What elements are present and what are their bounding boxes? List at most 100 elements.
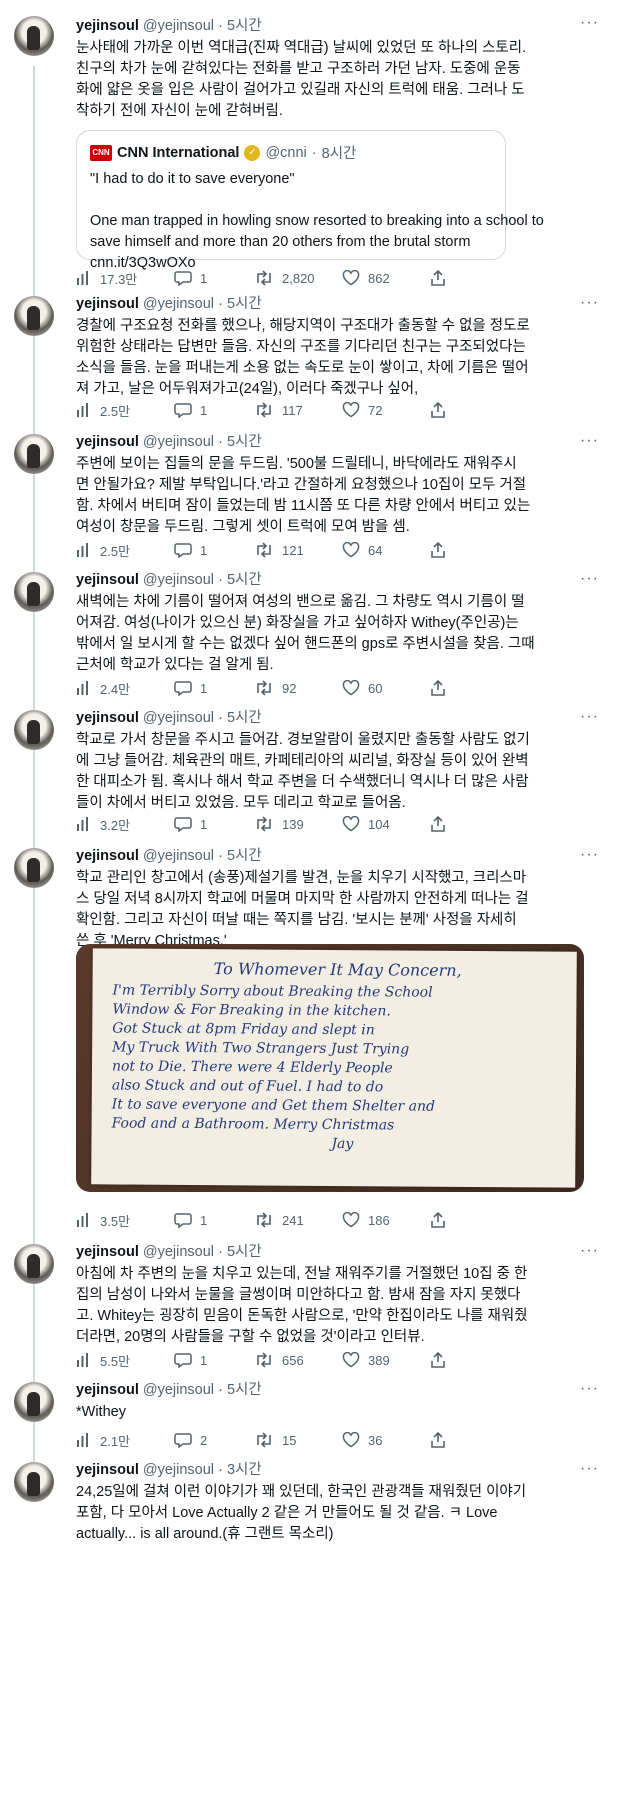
- avatar[interactable]: [14, 1462, 54, 1502]
- author-name[interactable]: yejinsoul: [76, 848, 139, 864]
- timestamp[interactable]: 5시간: [227, 1382, 262, 1398]
- like-button[interactable]: 186: [342, 1210, 390, 1230]
- retweet-button[interactable]: 15: [254, 1430, 296, 1450]
- author-handle[interactable]: @yejinsoul: [143, 296, 214, 312]
- timestamp[interactable]: 5시간: [227, 18, 262, 34]
- share-button[interactable]: [430, 814, 446, 834]
- views-button[interactable]: 2.4만: [76, 678, 130, 698]
- author-handle[interactable]: @yejinsoul: [143, 1462, 214, 1478]
- retweet-button[interactable]: 117: [254, 400, 303, 420]
- timestamp[interactable]: 5시간: [227, 434, 262, 450]
- views-button[interactable]: 2.5만: [76, 400, 130, 420]
- avatar[interactable]: [14, 296, 54, 336]
- avatar[interactable]: [14, 572, 54, 612]
- author-name[interactable]: yejinsoul: [76, 296, 139, 312]
- reply-button[interactable]: 2: [174, 1430, 207, 1450]
- separator-dot: ·: [218, 710, 223, 726]
- author-handle[interactable]: @yejinsoul: [143, 848, 214, 864]
- share-button[interactable]: [430, 1350, 446, 1370]
- timestamp[interactable]: 5시간: [227, 710, 262, 726]
- quoted-author-name[interactable]: CNN International: [117, 145, 239, 161]
- author-handle[interactable]: @yejinsoul: [143, 434, 214, 450]
- retweet-button[interactable]: 121: [254, 540, 304, 560]
- views-button[interactable]: 2.1만: [76, 1430, 130, 1450]
- tweet-header: yejinsoul @yejinsoul · 5시간: [76, 708, 262, 728]
- retweet-button[interactable]: 656: [254, 1350, 304, 1370]
- like-button[interactable]: 64: [342, 540, 382, 560]
- note-paper: To Whomever It May Concern, I'm Terribly …: [91, 948, 577, 1188]
- like-button[interactable]: 60: [342, 678, 382, 698]
- author-handle[interactable]: @yejinsoul: [143, 18, 214, 34]
- reply-button[interactable]: 1: [174, 268, 207, 288]
- reply-button[interactable]: 1: [174, 1210, 207, 1230]
- author-handle[interactable]: @yejinsoul: [143, 1382, 214, 1398]
- tweet-text: 학교로 가서 창문을 주시고 들어감. 경보알람이 울렸지만 출동할 사람도 없…: [76, 730, 596, 814]
- timestamp[interactable]: 5시간: [227, 296, 262, 312]
- like-button[interactable]: 862: [342, 268, 390, 288]
- views-button[interactable]: 5.5만: [76, 1350, 130, 1370]
- timestamp[interactable]: 5시간: [227, 572, 262, 588]
- ellipsis-icon[interactable]: ···: [580, 570, 599, 588]
- tweet-text-line: 친구의 차가 눈에 갇혀있다는 전화를 받고 구조하러 가던 남자. 도중에 운…: [76, 61, 521, 77]
- tweet-text-line: 스 당일 저녁 8시까지 학교에 머물며 마지막 한 사람까지 안전하게 떠나는…: [76, 891, 529, 907]
- ellipsis-icon[interactable]: ···: [580, 294, 599, 312]
- views-icon: [76, 680, 92, 696]
- ellipsis-icon[interactable]: ···: [580, 1380, 599, 1398]
- handwritten-note-photo[interactable]: To Whomever It May Concern, I'm Terribly …: [76, 944, 584, 1192]
- like-button[interactable]: 389: [342, 1350, 390, 1370]
- views-count: 2.1만: [100, 1433, 131, 1449]
- share-button[interactable]: [430, 1210, 446, 1230]
- ellipsis-icon[interactable]: ···: [580, 14, 599, 32]
- reply-button[interactable]: 1: [174, 1350, 207, 1370]
- author-name[interactable]: yejinsoul: [76, 710, 139, 726]
- author-name[interactable]: yejinsoul: [76, 1244, 139, 1260]
- reply-button[interactable]: 1: [174, 540, 207, 560]
- retweet-button[interactable]: 92: [254, 678, 296, 698]
- avatar[interactable]: [14, 1382, 54, 1422]
- reply-button[interactable]: 1: [174, 400, 207, 420]
- ellipsis-icon[interactable]: ···: [580, 1242, 599, 1260]
- ellipsis-icon[interactable]: ···: [580, 1460, 599, 1478]
- reply-button[interactable]: 1: [174, 814, 207, 834]
- share-button[interactable]: [430, 400, 446, 420]
- like-button[interactable]: 72: [342, 400, 382, 420]
- author-handle[interactable]: @yejinsoul: [143, 710, 214, 726]
- ellipsis-icon[interactable]: ···: [580, 708, 599, 726]
- author-name[interactable]: yejinsoul: [76, 18, 139, 34]
- avatar[interactable]: [14, 1244, 54, 1284]
- views-button[interactable]: 3.5만: [76, 1210, 130, 1230]
- ellipsis-icon[interactable]: ···: [580, 432, 599, 450]
- timestamp[interactable]: 5시간: [227, 1244, 262, 1260]
- author-handle[interactable]: @yejinsoul: [143, 572, 214, 588]
- share-button[interactable]: [430, 268, 446, 288]
- views-button[interactable]: 2.5만: [76, 540, 130, 560]
- retweet-button[interactable]: 2,820: [254, 268, 315, 288]
- retweet-button[interactable]: 139: [254, 814, 304, 834]
- author-handle[interactable]: @yejinsoul: [143, 1244, 214, 1260]
- author-name[interactable]: yejinsoul: [76, 572, 139, 588]
- like-icon: [342, 1352, 360, 1368]
- reply-button[interactable]: 1: [174, 678, 207, 698]
- author-name[interactable]: yejinsoul: [76, 434, 139, 450]
- avatar[interactable]: [14, 710, 54, 750]
- views-button[interactable]: 3.2만: [76, 814, 130, 834]
- quoted-tweet[interactable]: CNN CNN International ✓ @cnni · 8시간 "I had to …: [76, 130, 544, 271]
- share-button[interactable]: [430, 1430, 446, 1450]
- author-name[interactable]: yejinsoul: [76, 1382, 139, 1398]
- like-button[interactable]: 104: [342, 814, 390, 834]
- retweet-button[interactable]: 241: [254, 1210, 304, 1230]
- author-name[interactable]: yejinsoul: [76, 1462, 139, 1478]
- tweet-header: yejinsoul @yejinsoul · 3시간: [76, 1460, 262, 1480]
- ellipsis-icon[interactable]: ···: [580, 846, 599, 864]
- tweet-text: 눈사태에 가까운 이번 역대급(진짜 역대급) 날씨에 있었던 또 하나의 스토…: [76, 38, 596, 122]
- timestamp[interactable]: 3시간: [227, 1462, 262, 1478]
- share-button[interactable]: [430, 678, 446, 698]
- like-button[interactable]: 36: [342, 1430, 382, 1450]
- avatar[interactable]: [14, 434, 54, 474]
- timestamp[interactable]: 5시간: [227, 848, 262, 864]
- avatar[interactable]: [14, 16, 54, 56]
- avatar[interactable]: [14, 848, 54, 888]
- separator-dot: ·: [218, 848, 223, 864]
- share-button[interactable]: [430, 540, 446, 560]
- views-button[interactable]: 17.3만: [76, 268, 137, 288]
